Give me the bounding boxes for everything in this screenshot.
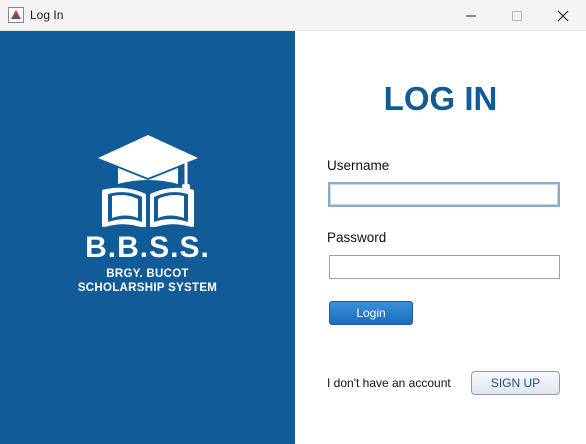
graduation-cap-book-icon (98, 135, 198, 227)
brand-subtitle-line1: BRGY. BUCOT (106, 268, 189, 280)
login-button[interactable]: Login (329, 301, 413, 325)
username-input[interactable] (328, 182, 560, 207)
minimize-icon (466, 15, 476, 16)
password-input[interactable] (329, 255, 560, 279)
close-button[interactable] (540, 0, 586, 31)
maximize-icon (512, 10, 522, 21)
signup-button[interactable]: SIGN UP (471, 371, 560, 395)
login-heading: LOG IN (383, 80, 498, 117)
window-title: Log In (30, 8, 64, 22)
minimize-button[interactable] (448, 0, 494, 31)
close-icon (557, 10, 569, 21)
brand-subtitle-line2: SCHOLARSHIP SYSTEM (77, 282, 218, 294)
maximize-button[interactable] (494, 0, 540, 31)
brand-acronym: B.B.S.S. (85, 231, 210, 264)
branding-panel: B.B.S.S. BRGY. BUCOT SCHOLARSHIP SYSTEM (0, 31, 295, 444)
username-label: Username (327, 158, 390, 173)
title-bar: Log In (0, 0, 586, 31)
java-app-icon (8, 7, 24, 23)
no-account-text: I don't have an account (327, 376, 451, 390)
password-label: Password (327, 230, 387, 245)
